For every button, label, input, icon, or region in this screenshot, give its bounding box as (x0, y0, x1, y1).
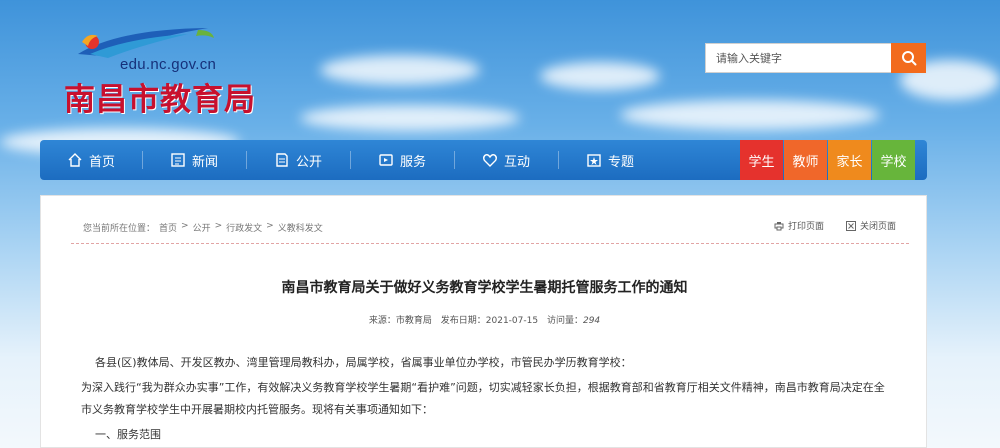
breadcrumb-separator: > (266, 221, 274, 231)
article-paragraph: 为深入践行“我为群众办实事”工作，有效解决义务教育学校学生暑期“看护难”问题，切… (81, 381, 885, 416)
breadcrumb-link-admin-docs[interactable]: 行政发文 (226, 221, 262, 234)
breadcrumb-link-home[interactable]: 首页 (159, 221, 177, 234)
breadcrumb-separator: > (214, 221, 223, 231)
page-tools: 打印页面 关闭页面 (774, 219, 896, 232)
role-tab-teacher[interactable]: 教师 (784, 140, 827, 180)
nav-label: 首页 (88, 154, 115, 170)
source-value: 市教育局 (395, 316, 432, 326)
source-label: 来源： (368, 316, 396, 326)
role-tab-student[interactable]: 学生 (740, 140, 783, 180)
article-paragraph: 一、服务范围 (95, 428, 161, 441)
role-tabs: 学生 教师 家长 学校 (740, 140, 915, 180)
main-nav: 首页 新闻 公开 服务 互动 专题 学生 教师 家长 学校 (40, 140, 927, 180)
site-url: edu.nc.gov.cn (120, 56, 217, 73)
heart-icon (482, 154, 497, 167)
nav-label: 服务 (399, 154, 426, 170)
role-tab-school[interactable]: 学校 (872, 140, 915, 180)
date-label: 发布日期： (440, 316, 486, 326)
divider (71, 243, 909, 244)
role-tab-parent[interactable]: 家长 (828, 140, 871, 180)
close-icon (845, 220, 856, 231)
printer-icon (774, 221, 784, 230)
news-icon (171, 153, 185, 167)
breadcrumb-separator: > (181, 221, 189, 231)
breadcrumb-link-public[interactable]: 公开 (193, 221, 211, 234)
service-icon (379, 154, 393, 166)
nav-item-news[interactable]: 新闻 (142, 140, 246, 180)
document-icon (276, 153, 288, 167)
views-label: 访问量： (546, 316, 583, 326)
nav-item-interact[interactable]: 互动 (454, 140, 558, 180)
nav-item-service[interactable]: 服务 (350, 140, 454, 180)
close-label: 关闭页面 (859, 222, 896, 232)
home-icon (68, 153, 82, 167)
breadcrumb-prefix: 您当前所在位置： (83, 224, 156, 234)
article-paragraph: 各县(区)教体局、开发区教办、湾里管理局教科办，局属学校，省属事业单位办学校，市… (95, 356, 632, 369)
nav-item-topic[interactable]: 专题 (558, 140, 662, 180)
breadcrumb: 您当前所在位置： 首页 > 公开 > 行政发文 > 义教科发文 (83, 221, 327, 234)
nav-label: 新闻 (191, 154, 218, 170)
print-button[interactable]: 打印页面 (774, 219, 824, 232)
nav-item-home[interactable]: 首页 (40, 140, 142, 180)
nav-label: 互动 (503, 154, 530, 170)
print-label: 打印页面 (787, 222, 824, 232)
close-page-button[interactable]: 关闭页面 (845, 219, 896, 232)
views-count: 294 (582, 316, 601, 326)
article-title: 南昌市教育局关于做好义务教育学校学生暑期托管服务工作的通知 (281, 280, 688, 296)
search-icon (901, 51, 916, 66)
breadcrumb-link-compulsory-edu[interactable]: 义教科发文 (278, 221, 323, 234)
article-panel: 您当前所在位置： 首页 > 公开 > 行政发文 > 义教科发文 打印页面 关闭页… (40, 195, 927, 448)
topic-icon (587, 154, 601, 167)
search-input[interactable] (705, 43, 891, 73)
article-meta: 来源：市教育局 发布日期：2021-07-15 访问量：294 (41, 313, 928, 326)
site-name: 南昌市教育局 (64, 82, 256, 118)
nav-item-public[interactable]: 公开 (246, 140, 350, 180)
search-button[interactable] (891, 43, 926, 73)
search-bar (705, 43, 926, 73)
nav-label: 专题 (607, 154, 634, 170)
nav-label: 公开 (295, 154, 322, 170)
article-body: 各县(区)教体局、开发区教办、湾里管理局教科办，局属学校，省属事业单位办学校，市… (81, 352, 895, 448)
site-logo[interactable]: edu.nc.gov.cn 南昌市教育局 (64, 24, 264, 118)
site-header: edu.nc.gov.cn 南昌市教育局 (0, 0, 1000, 130)
date-value: 2021-07-15 (485, 316, 539, 326)
